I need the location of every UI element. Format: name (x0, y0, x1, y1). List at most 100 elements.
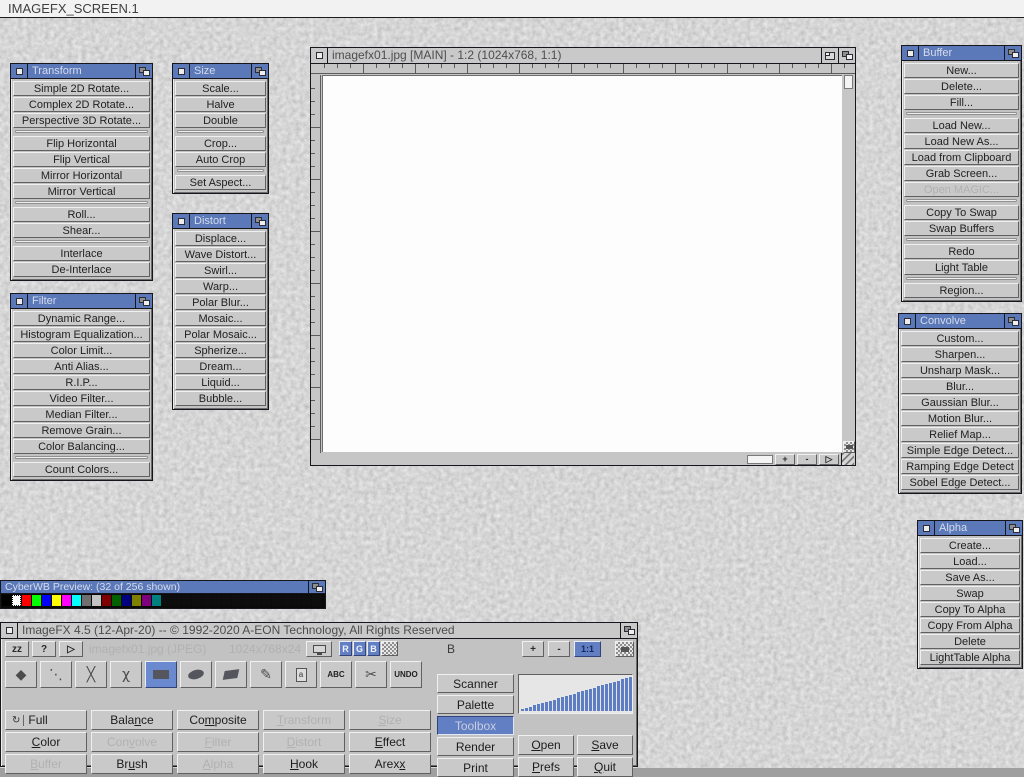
button-toolbox[interactable]: Toolbox (437, 716, 514, 735)
button-relief-map[interactable]: Relief Map... (901, 427, 1019, 442)
depth-icon[interactable] (135, 294, 152, 308)
color-swatch[interactable] (32, 595, 41, 606)
button-effect[interactable]: Effect (349, 732, 431, 752)
color-swatch[interactable] (122, 595, 131, 606)
button-displace[interactable]: Displace... (175, 231, 266, 246)
button-hook[interactable]: Hook (263, 754, 345, 774)
title-bar[interactable]: Alpha (918, 521, 1022, 536)
button-complex-2d-rotate[interactable]: Complex 2D Rotate... (13, 97, 150, 112)
move-tool-button[interactable]: ◆ (5, 661, 37, 688)
zoom-in-button[interactable]: + (522, 641, 544, 657)
button-gaussian-blur[interactable]: Gaussian Blur... (901, 395, 1019, 410)
button-copy-to-alpha[interactable]: Copy To Alpha (920, 602, 1020, 617)
button-simple-2d-rotate[interactable]: Simple 2D Rotate... (13, 81, 150, 96)
button-auto-crop[interactable]: Auto Crop (175, 152, 266, 167)
button-crop[interactable]: Crop... (175, 136, 266, 151)
button-light-table[interactable]: Light Table (904, 260, 1019, 275)
depth-icon[interactable] (838, 48, 855, 63)
button-prefs[interactable]: Prefs (518, 757, 574, 777)
green-channel-toggle[interactable]: G (353, 641, 366, 656)
button-lighttable-alpha[interactable]: LightTable Alpha (920, 650, 1020, 665)
button-open[interactable]: Open (518, 735, 574, 755)
color-swatch[interactable] (222, 595, 231, 606)
horizontal-scrollbar[interactable]: + - ▷ (321, 453, 855, 465)
color-swatch[interactable] (272, 595, 281, 606)
title-bar[interactable]: Transform (11, 64, 152, 79)
button-quit[interactable]: Quit (577, 757, 633, 777)
close-icon[interactable] (1, 623, 18, 638)
sleep-button[interactable]: zz (5, 641, 29, 657)
button-size[interactable]: Size (349, 710, 431, 730)
button-new[interactable]: New... (904, 63, 1019, 78)
color-swatch[interactable] (302, 595, 311, 606)
close-icon[interactable] (173, 64, 190, 78)
screen-title-bar[interactable]: IMAGEFX_SCREEN.1 (0, 0, 1024, 18)
color-swatch[interactable] (182, 595, 191, 606)
depth-icon[interactable] (308, 581, 325, 593)
button-fill[interactable]: Fill... (904, 95, 1019, 110)
clip-tool-button[interactable]: a (285, 661, 317, 688)
color-swatch[interactable] (102, 595, 111, 606)
button-open-magic[interactable]: Open MAGIC... (904, 182, 1019, 197)
button-alpha[interactable]: Alpha (177, 754, 259, 774)
undo-button[interactable]: UNDO (390, 661, 422, 688)
color-swatch[interactable] (292, 595, 301, 606)
vertical-scrollbar[interactable] (843, 74, 855, 453)
close-icon[interactable] (311, 48, 328, 63)
play-macro-button[interactable]: ▷ (59, 641, 83, 657)
button-arexx[interactable]: Arexx (349, 754, 431, 774)
color-swatch[interactable] (242, 595, 251, 606)
scissors-tool-button[interactable]: ✂ (355, 661, 387, 688)
color-swatch[interactable] (12, 595, 21, 606)
color-swatch[interactable] (202, 595, 211, 606)
zoom-ratio-button[interactable]: 1:1 (574, 641, 601, 657)
help-button[interactable]: ? (32, 641, 56, 657)
text-tool-button[interactable]: ABC (320, 661, 352, 688)
close-icon[interactable] (918, 521, 935, 535)
title-bar[interactable]: Filter (11, 294, 152, 309)
button-load-new-as[interactable]: Load New As... (904, 134, 1019, 149)
color-swatch[interactable] (132, 595, 141, 606)
button-dynamic-range[interactable]: Dynamic Range... (13, 311, 150, 326)
button-mosaic[interactable]: Mosaic... (175, 311, 266, 326)
depth-icon[interactable] (135, 64, 152, 78)
close-icon[interactable] (173, 214, 190, 228)
box-tool-button[interactable] (145, 661, 177, 688)
close-icon[interactable] (11, 64, 28, 78)
color-swatch[interactable] (232, 595, 241, 606)
button-region[interactable]: Region... (904, 283, 1019, 298)
button-blur[interactable]: Blur... (901, 379, 1019, 394)
button-delete[interactable]: Delete (920, 634, 1020, 649)
button-composite[interactable]: Composite (177, 710, 259, 730)
button-flip-vertical[interactable]: Flip Vertical (13, 152, 150, 167)
button-buffer[interactable]: Buffer (5, 754, 87, 774)
close-icon[interactable] (11, 294, 28, 308)
button-median-filter[interactable]: Median Filter... (13, 407, 150, 422)
title-bar[interactable]: Convolve (899, 314, 1021, 329)
title-bar[interactable]: Buffer (902, 46, 1021, 61)
color-swatch[interactable] (52, 595, 61, 606)
button-create[interactable]: Create... (920, 538, 1020, 553)
button-sobel-edge-detect[interactable]: Sobel Edge Detect... (901, 475, 1019, 490)
button-motion-blur[interactable]: Motion Blur... (901, 411, 1019, 426)
screen-mode-button[interactable] (306, 641, 332, 657)
color-swatch[interactable] (162, 595, 171, 606)
button-bubble[interactable]: Bubble... (175, 391, 266, 406)
button-de-interlace[interactable]: De-Interlace (13, 262, 150, 277)
pan-icon[interactable]: ▷ (819, 454, 839, 465)
button-roll[interactable]: Roll... (13, 207, 150, 222)
button-mirror-horizontal[interactable]: Mirror Horizontal (13, 168, 150, 183)
button-custom[interactable]: Custom... (901, 331, 1019, 346)
button-video-filter[interactable]: Video Filter... (13, 391, 150, 406)
button-simple-edge-detect[interactable]: Simple Edge Detect... (901, 443, 1019, 458)
close-icon[interactable] (902, 46, 919, 60)
zoom-out-button[interactable]: - (548, 641, 570, 657)
button-load-new[interactable]: Load New... (904, 118, 1019, 133)
title-bar[interactable]: CyberWB Preview: (32 of 256 shown) (1, 581, 325, 594)
color-swatch[interactable] (112, 595, 121, 606)
button-grab-screen[interactable]: Grab Screen... (904, 166, 1019, 181)
color-swatch[interactable] (312, 595, 321, 606)
button-filter[interactable]: Filter (177, 732, 259, 752)
zoom-out-button[interactable]: - (797, 454, 817, 465)
button-save-as[interactable]: Save As... (920, 570, 1020, 585)
